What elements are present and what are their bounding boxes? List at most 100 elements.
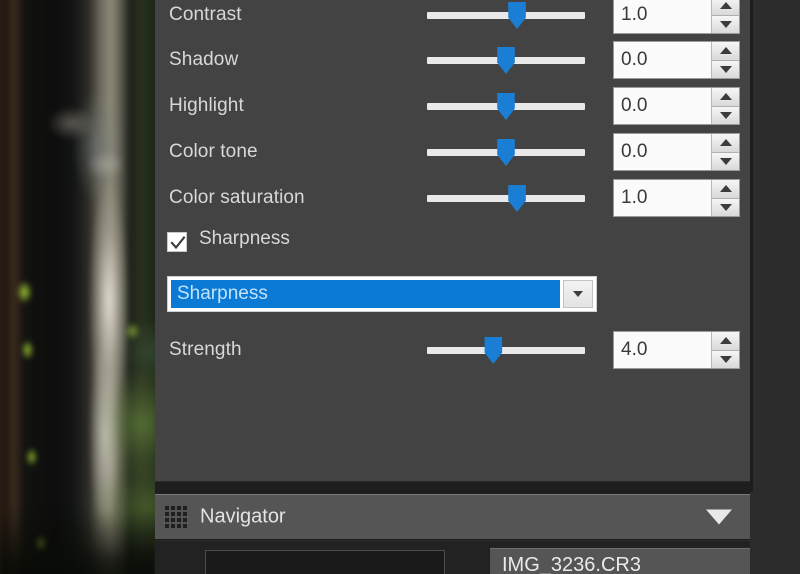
spinbox-color-saturation[interactable]: 1.0 [613,179,740,217]
navigator-header[interactable]: Navigator [155,494,750,540]
slider-contrast[interactable] [427,0,585,30]
spinbox-value[interactable]: 1.0 [614,0,711,33]
adjustment-panel: Contrast 1.0 Shadow 0.0 [155,0,750,481]
grip-dot [177,512,181,516]
adjustment-row-color-saturation: Color saturation 1.0 [155,175,750,221]
slider-handle[interactable] [496,47,516,74]
grip-dot [171,518,175,522]
combobox-dropdown-button[interactable] [563,280,593,308]
label-shadow: Shadow [169,49,238,71]
spinbox-decrement-button[interactable] [712,60,739,79]
label-color-tone: Color tone [169,141,258,163]
slider-color-saturation[interactable] [427,183,585,213]
slider-highlight[interactable] [427,91,585,121]
triangle-down-icon [720,66,732,73]
label-contrast: Contrast [169,4,242,26]
photo-vignette [0,511,157,574]
spinbox-increment-button[interactable] [712,180,739,198]
label-strength: Strength [169,339,242,361]
slider-color-tone[interactable] [427,137,585,167]
spinbox-decrement-button[interactable] [712,198,739,217]
grip-dot [177,506,181,510]
slider-track [427,195,585,202]
grip-dot [183,512,187,516]
spinbox-increment-button[interactable] [712,42,739,60]
combobox-selected-value[interactable]: Sharpness [171,280,560,308]
slider-shadow[interactable] [427,45,585,75]
triangle-up-icon [720,93,732,100]
filename-panel: IMG_3236.CR3 [490,548,750,574]
spinbox-decrement-button[interactable] [712,152,739,171]
adjustment-row-highlight: Highlight 0.0 [155,83,750,129]
spinbox-increment-button[interactable] [712,0,739,15]
spinbox-value[interactable]: 0.0 [614,42,711,78]
triangle-up-icon [720,2,732,9]
spinbox-decrement-button[interactable] [712,15,739,34]
spinbox-buttons [711,88,739,124]
spinbox-increment-button[interactable] [712,134,739,152]
grip-dot [165,518,169,522]
filename-label: IMG_3236.CR3 [502,554,641,574]
triangle-down-icon[interactable] [706,510,732,525]
grip-dot [177,518,181,522]
photo-preview[interactable] [0,0,157,574]
sharpness-mode-combobox[interactable]: Sharpness [167,276,597,312]
spinbox-decrement-button[interactable] [712,350,739,369]
checkmark-icon [170,235,186,251]
triangle-up-icon [720,139,732,146]
sharpness-checkbox[interactable] [167,232,187,252]
spinbox-contrast[interactable]: 1.0 [613,0,740,34]
grip-dot [177,524,181,528]
grip-dot [183,506,187,510]
spinbox-decrement-button[interactable] [712,106,739,125]
triangle-down-icon [720,204,732,211]
slider-handle[interactable] [483,337,503,364]
slider-track [427,347,585,354]
spinbox-value[interactable]: 4.0 [614,332,711,368]
adjustment-row-shadow: Shadow 0.0 [155,37,750,83]
slider-handle[interactable] [507,2,527,29]
spinbox-highlight[interactable]: 0.0 [613,87,740,125]
chevron-down-icon [573,291,583,297]
triangle-down-icon [720,356,732,363]
triangle-up-icon [720,185,732,192]
label-color-saturation: Color saturation [169,187,305,209]
spinbox-buttons [711,42,739,78]
spinbox-strength[interactable]: 4.0 [613,331,740,369]
navigator-body: IMG_3236.CR3 [155,541,750,574]
grip-dot [165,512,169,516]
triangle-up-icon [720,47,732,54]
spinbox-increment-button[interactable] [712,332,739,350]
spinbox-value[interactable]: 0.0 [614,134,711,170]
triangle-down-icon [720,112,732,119]
spinbox-color-tone[interactable]: 0.0 [613,133,740,171]
slider-handle[interactable] [507,185,527,212]
slider-handle[interactable] [496,139,516,166]
grip-dot [183,518,187,522]
grip-dot [171,524,175,528]
slider-strength[interactable] [427,335,585,365]
navigator-thumbnail-frame[interactable] [205,550,445,574]
sharpness-checkbox-row[interactable]: Sharpness [155,230,750,268]
slider-handle[interactable] [496,93,516,120]
spinbox-increment-button[interactable] [712,88,739,106]
spinbox-value[interactable]: 0.0 [614,88,711,124]
grip-dot [171,506,175,510]
sharpness-checkbox-label: Sharpness [199,228,290,250]
triangle-down-icon [720,158,732,165]
spinbox-buttons [711,180,739,216]
adjustment-row-color-tone: Color tone 0.0 [155,129,750,175]
spinbox-buttons [711,0,739,33]
triangle-down-icon [720,21,732,28]
dot-grid-grip-icon[interactable] [165,506,187,528]
spinbox-shadow[interactable]: 0.0 [613,41,740,79]
spinbox-value[interactable]: 1.0 [614,180,711,216]
navigator-title: Navigator [200,506,286,529]
panel-right-edge [750,0,753,492]
grip-dot [183,524,187,528]
label-highlight: Highlight [169,95,244,117]
right-gutter [750,0,800,574]
spinbox-buttons [711,134,739,170]
grip-dot [165,524,169,528]
slider-track [427,12,585,19]
